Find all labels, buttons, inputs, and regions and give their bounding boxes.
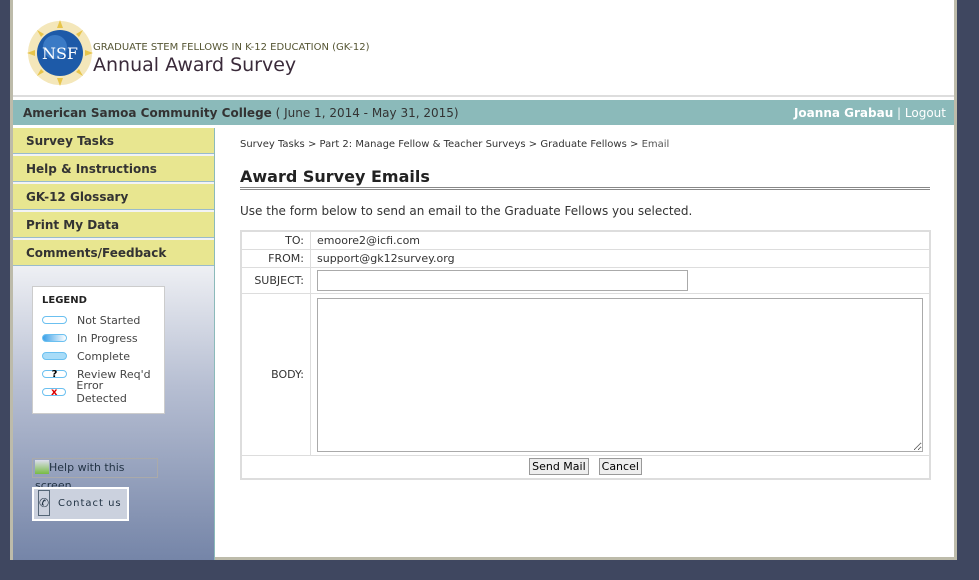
app-title: Annual Award Survey (93, 54, 297, 76)
to-value: emoore2@icfi.com (310, 230, 931, 250)
breadcrumb-part2[interactable]: Part 2: Manage Fellow & Teacher Surveys (320, 139, 526, 150)
legend-title: LEGEND (42, 295, 87, 306)
to-label: TO: (240, 230, 311, 250)
page-title: Award Survey Emails (240, 167, 930, 190)
legend-label: Error Detected (76, 379, 127, 405)
legend-label: Complete (77, 349, 131, 363)
send-mail-button[interactable]: Send Mail (529, 458, 589, 476)
legend-label: Not Started (77, 313, 141, 327)
main-content: Survey Tasks > Part 2: Manage Fellow & T… (240, 128, 931, 480)
breadcrumb-survey-tasks[interactable]: Survey Tasks (240, 139, 305, 150)
breadcrumb-sep: > (525, 139, 541, 150)
sidebar-item-survey-tasks[interactable]: Survey Tasks (13, 128, 214, 154)
sidebar-item-print[interactable]: Print My Data (13, 212, 214, 238)
award-period: ( June 1, 2014 - May 31, 2015) (271, 106, 459, 120)
subject-label: SUBJECT: (240, 266, 311, 294)
context-bar: American Samoa Community College ( June … (13, 99, 954, 127)
sidebar-item-comments[interactable]: Comments/Feedback (13, 240, 214, 266)
in-progress-icon (42, 334, 67, 342)
cancel-button[interactable]: Cancel (598, 458, 642, 476)
complete-icon (42, 352, 67, 360)
svg-text:NSF: NSF (42, 44, 78, 63)
not-started-icon (42, 316, 67, 324)
body-label: BODY: (240, 292, 311, 456)
nsf-logo: NSF (27, 20, 93, 86)
breadcrumb-graduate-fellows[interactable]: Graduate Fellows (540, 139, 626, 150)
help-with-screen-button[interactable]: Help with this screen (32, 458, 158, 492)
contact-label: Contact us (58, 498, 122, 509)
email-form: TO: emoore2@icfi.com FROM: support@gk12sur… (240, 230, 931, 480)
body-textarea[interactable] (317, 297, 923, 452)
sidebar: Survey Tasks Help & Instructions GK-12 G… (13, 128, 215, 560)
breadcrumb-current: Email (641, 139, 670, 150)
page: NSF GRADUATE STEM FELLOWS IN K-12 EDUCAT… (10, 0, 957, 560)
separator: | (893, 106, 905, 120)
sidebar-item-help[interactable]: Help & Instructions (13, 156, 214, 182)
header: NSF GRADUATE STEM FELLOWS IN K-12 EDUCAT… (13, 0, 954, 97)
from-value: support@gk12survey.org (310, 248, 931, 268)
legend-label: In Progress (77, 331, 138, 345)
subject-input[interactable] (317, 269, 688, 291)
intro-text: Use the form below to send an email to t… (240, 204, 693, 218)
legend: LEGEND Not Started In Progress Complete … (32, 286, 165, 414)
broken-image-icon (35, 460, 49, 474)
error-icon: x (42, 388, 67, 398)
phone-icon: ✆ (38, 490, 50, 516)
breadcrumb: Survey Tasks > Part 2: Manage Fellow & T… (240, 139, 930, 150)
program-subtitle: GRADUATE STEM FELLOWS IN K-12 EDUCATION … (93, 42, 370, 53)
logout-link[interactable]: Logout (905, 106, 946, 120)
contact-us-button[interactable]: ✆ Contact us (32, 487, 129, 521)
breadcrumb-sep: > (304, 139, 320, 150)
from-label: FROM: (240, 248, 311, 268)
breadcrumb-sep: > (626, 139, 642, 150)
review-required-icon: ? (42, 370, 67, 380)
institution-name: American Samoa Community College (23, 106, 272, 120)
sidebar-item-glossary[interactable]: GK-12 Glossary (13, 184, 214, 210)
user-name: Joanna Grabau (793, 106, 894, 120)
